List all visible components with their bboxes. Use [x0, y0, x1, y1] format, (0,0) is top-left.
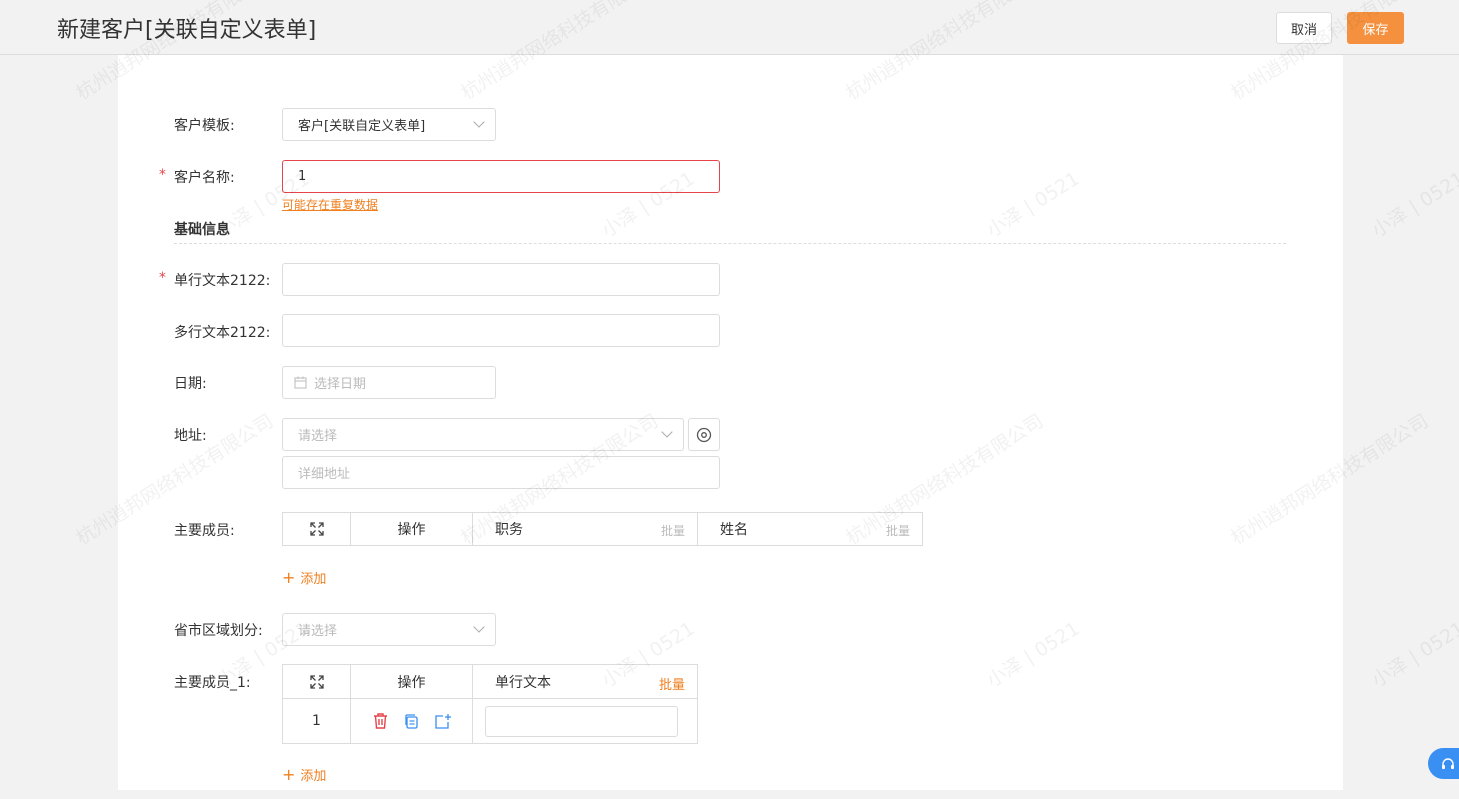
members-1-label: 主要成员_1:: [174, 675, 251, 691]
row-single-text-input[interactable]: [485, 705, 678, 737]
members-1-table: 操作 单行文本 批量 1: [282, 664, 698, 744]
cancel-button[interactable]: 取消: [1276, 12, 1332, 44]
row-index: 1: [282, 698, 351, 744]
add-member-1-label: 添加: [300, 769, 327, 784]
members-header-row: 操作 职务 批量 姓名 批量: [282, 512, 923, 546]
region-select-placeholder: 请选择: [298, 624, 338, 639]
section-title: 基础信息: [174, 222, 230, 238]
members-label: 主要成员:: [174, 523, 235, 539]
section-divider: [174, 243, 1286, 244]
required-mark: *: [159, 270, 166, 286]
required-mark: *: [159, 167, 166, 183]
template-select-value: 客户[关联自定义表单]: [298, 119, 426, 134]
expand-icon: [309, 522, 324, 536]
address-select[interactable]: 请选择: [282, 418, 684, 451]
region-select[interactable]: 请选择: [282, 613, 496, 646]
table-row: 1: [282, 698, 698, 744]
detail-address-input[interactable]: 详细地址: [282, 456, 720, 489]
batch-button[interactable]: 批量: [661, 522, 685, 539]
customer-name-input[interactable]: 1: [282, 160, 720, 193]
row-actions: [350, 698, 473, 744]
form-card: 客户模板: 客户[关联自定义表单] * 客户名称: 1 可能存在重复数据 基础信…: [118, 55, 1343, 790]
customer-name-value: 1: [298, 169, 307, 184]
region-label: 省市区域划分:: [174, 623, 263, 639]
watermark: 小泽 | 0521: [1367, 617, 1459, 692]
template-select[interactable]: 客户[关联自定义表单]: [282, 108, 496, 141]
members-table: 操作 职务 批量 姓名 批量: [282, 512, 923, 546]
headset-icon: [1442, 757, 1454, 769]
multi-text-label: 多行文本2122:: [174, 325, 271, 341]
plus-icon: +: [282, 568, 296, 587]
column-header-position-label: 职务: [495, 522, 523, 538]
plus-icon: +: [282, 765, 296, 784]
insert-row-icon[interactable]: [434, 713, 452, 730]
date-label: 日期:: [174, 376, 207, 392]
chevron-down-icon: [473, 116, 485, 128]
duplicate-data-link[interactable]: 可能存在重复数据: [282, 196, 378, 213]
locate-button[interactable]: [688, 418, 720, 451]
address-label: 地址:: [174, 428, 207, 444]
batch-button[interactable]: 批量: [659, 674, 685, 693]
date-picker[interactable]: 选择日期: [282, 366, 496, 399]
watermark: 小泽 | 0521: [1367, 167, 1459, 242]
chevron-down-icon: [661, 426, 673, 438]
column-header-name-label: 姓名: [720, 522, 748, 538]
column-header-actions: 操作: [350, 664, 473, 699]
expand-icon: [309, 674, 324, 689]
batch-button[interactable]: 批量: [886, 522, 910, 539]
add-member-label: 添加: [300, 572, 327, 587]
chevron-down-icon: [473, 621, 485, 633]
save-button[interactable]: 保存: [1347, 12, 1404, 44]
help-button[interactable]: [1428, 748, 1459, 779]
column-header-single-text-label: 单行文本: [495, 674, 551, 691]
template-label: 客户模板:: [174, 118, 235, 134]
location-icon: [696, 427, 712, 442]
calendar-icon: [294, 376, 307, 389]
top-bar: 新建客户[关联自定义表单] 取消 保存: [0, 0, 1459, 55]
expand-button[interactable]: [282, 512, 351, 546]
date-placeholder: 选择日期: [314, 377, 367, 392]
expand-button[interactable]: [282, 664, 351, 699]
column-header-single-text: 单行文本 批量: [472, 664, 698, 699]
add-member-button[interactable]: + 添加: [282, 568, 327, 588]
single-text-input[interactable]: [282, 263, 720, 296]
single-text-label: 单行文本2122:: [174, 273, 271, 289]
multi-text-input[interactable]: [282, 314, 720, 347]
column-header-actions: 操作: [350, 512, 473, 546]
members-1-header-row: 操作 单行文本 批量: [282, 664, 698, 699]
column-header-name: 姓名 批量: [697, 512, 923, 546]
page-title: 新建客户[关联自定义表单]: [57, 18, 317, 43]
row-single-text-cell: [472, 698, 698, 744]
column-header-position: 职务 批量: [472, 512, 698, 546]
detail-address-placeholder: 详细地址: [298, 467, 351, 482]
customer-name-label: 客户名称:: [174, 170, 235, 186]
add-member-1-button[interactable]: + 添加: [282, 765, 327, 785]
address-select-placeholder: 请选择: [298, 429, 338, 444]
delete-icon[interactable]: [372, 712, 389, 730]
copy-icon[interactable]: [403, 713, 420, 730]
